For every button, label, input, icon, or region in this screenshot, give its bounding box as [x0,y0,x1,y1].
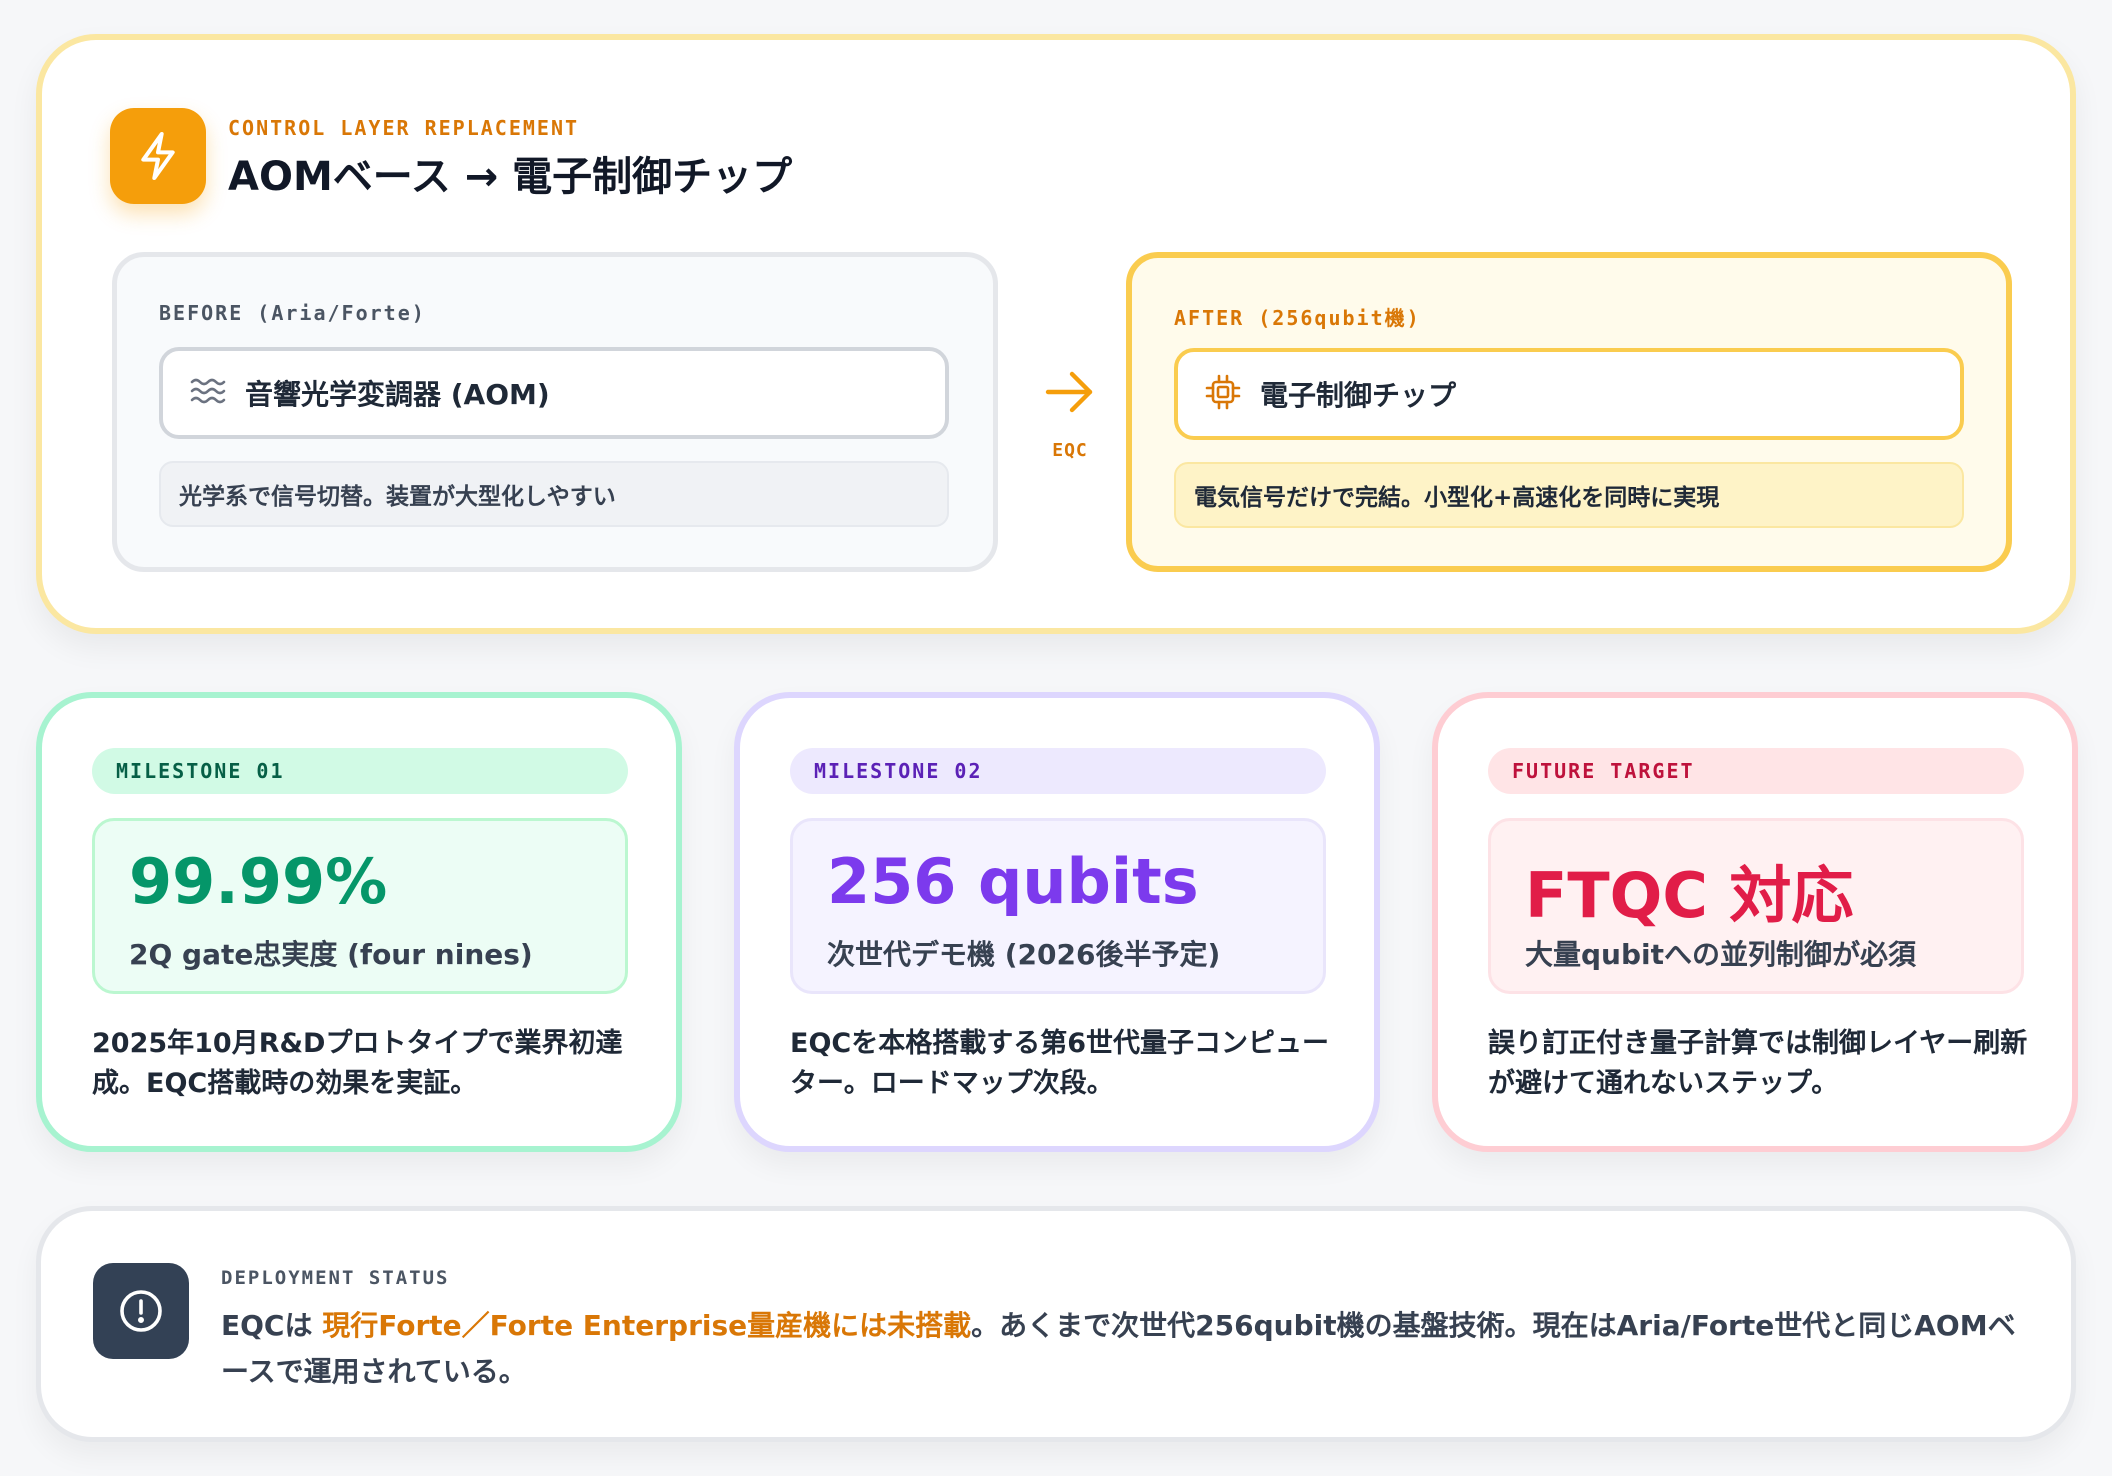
milestone-tag: FUTURE TARGET [1488,748,2024,794]
after-note: 電気信号だけで完結。小型化+高速化を同時に実現 [1174,462,1964,528]
chip-icon [1204,373,1242,415]
alert-circle-icon [93,1263,189,1359]
before-panel: BEFORE (Aria/Forte) 音響光学変調器 (AOM) 光学系で信号… [112,252,998,572]
milestone-card-2: MILESTONE 02 256 qubits 次世代デモ機 (2026後半予定… [734,692,1380,1152]
control-layer-title: AOMベース → 電子制御チップ [228,154,793,200]
before-label: BEFORE (Aria/Forte) [159,301,426,325]
milestone-description: 誤り訂正付き量子計算では制御レイヤー刷新が避けて通れないステップ。 [1488,1028,2028,1099]
future-target-card: FUTURE TARGET FTQC 対応 大量qubitへの並列制御が必須 誤… [1432,692,2078,1152]
milestone-tag: MILESTONE 02 [790,748,1326,794]
milestone-highlight: 256 qubits 次世代デモ機 (2026後半予定) [790,818,1326,994]
after-label: AFTER (256qubit機) [1174,306,1421,330]
transition-label: EQC [1052,440,1088,461]
milestone-highlight: FTQC 対応 大量qubitへの並列制御が必須 [1488,818,2024,994]
milestone-subtitle: 大量qubitへの並列制御が必須 [1525,938,1917,971]
status-text-prefix: EQCは [221,1309,323,1342]
control-layer-kicker: CONTROL LAYER REPLACEMENT [228,116,580,140]
after-item-label: 電子制御チップ [1260,379,1457,412]
milestone-value: FTQC 対応 [1525,859,1854,932]
milestone-card-1: MILESTONE 01 99.99% 2Q gate忠実度 (four nin… [36,692,682,1152]
before-note: 光学系で信号切替。装置が大型化しやすい [159,461,949,527]
milestone-tag: MILESTONE 01 [92,748,628,794]
milestone-subtitle: 次世代デモ機 (2026後半予定) [827,938,1221,971]
before-item-label: 音響光学変調器 (AOM) [245,378,550,411]
milestone-highlight: 99.99% 2Q gate忠実度 (four nines) [92,818,628,994]
after-item: 電子制御チップ [1174,348,1964,440]
control-layer-card: CONTROL LAYER REPLACEMENT AOMベース → 電子制御チ… [36,34,2076,634]
deployment-status-label: DEPLOYMENT STATUS [221,1267,450,1289]
before-item: 音響光学変調器 (AOM) [159,347,949,439]
arrow-right-icon [1044,371,1096,420]
milestone-description: 2025年10月R&Dプロトタイプで業界初達成。EQC搭載時の効果を実証。 [92,1028,623,1099]
deployment-status-card: DEPLOYMENT STATUS EQCは 現行Forte／Forte Ent… [36,1206,2076,1442]
milestone-subtitle: 2Q gate忠実度 (four nines) [129,938,533,971]
lightning-icon [110,108,206,204]
transition-arrow: EQC [1034,368,1106,488]
waves-icon [189,375,227,411]
deployment-status-text: EQCは 現行Forte／Forte Enterprise量産機には未搭載。あく… [221,1303,2041,1395]
status-text-highlight: 現行Forte／Forte Enterprise量産機には未搭載 [322,1309,972,1342]
after-panel: AFTER (256qubit機) 電子制御チップ 電気信号だけで完結。小型化+… [1126,252,2012,572]
milestone-description: EQCを本格搭載する第6世代量子コンピューター。ロードマップ次段。 [790,1028,1329,1099]
milestone-value: 99.99% [129,845,388,918]
milestone-value: 256 qubits [827,845,1199,918]
